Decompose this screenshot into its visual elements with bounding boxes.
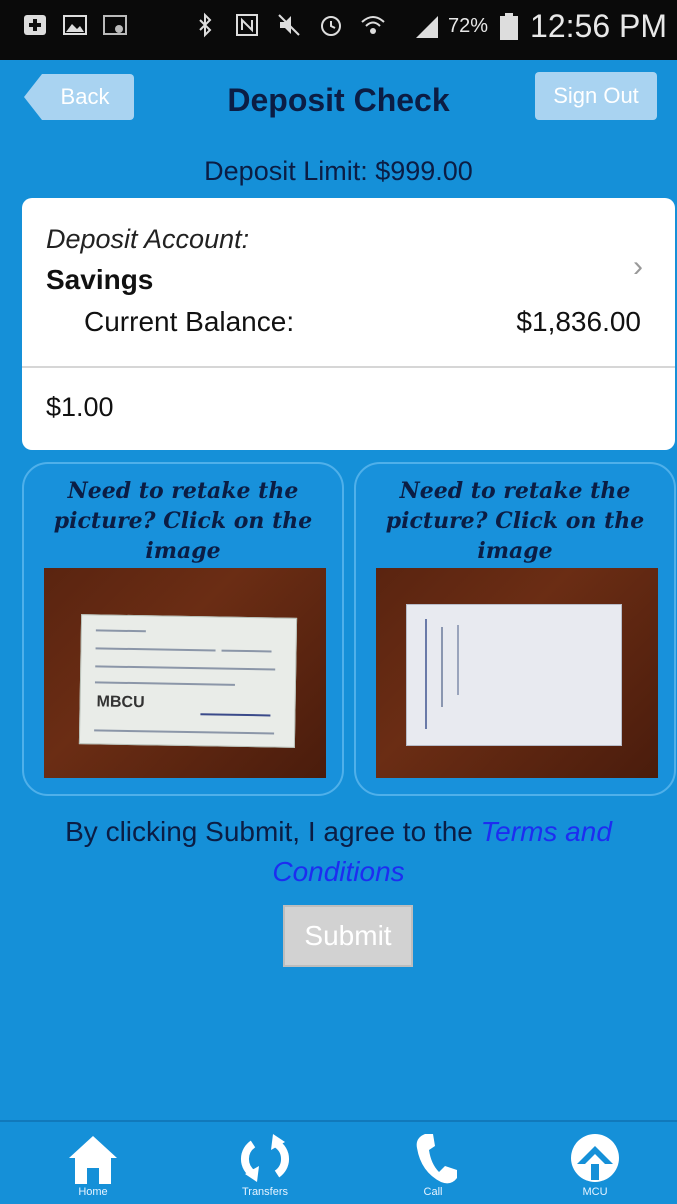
nfc-icon [234, 12, 260, 38]
tab-mcu-label: MCU [582, 1186, 608, 1198]
tab-transfers[interactable]: Transfers [220, 1130, 310, 1204]
tab-call[interactable]: Call [388, 1130, 478, 1204]
battery-percent: 72% [448, 15, 489, 37]
retake-prompt-front: Need to retake the picture? Click on the… [53, 478, 313, 564]
deposit-account-selector[interactable]: Deposit Account: Savings Current Balance… [22, 198, 675, 368]
system-icons [192, 12, 386, 38]
deposit-account-label: Deposit Account: [46, 224, 250, 254]
tab-home-label: Home [78, 1186, 108, 1198]
sign-out-button[interactable]: Sign Out [535, 72, 657, 120]
check-back-paper [406, 604, 622, 746]
chevron-right-icon: › [633, 250, 643, 283]
amount-value: $1.00 [46, 392, 114, 422]
wifi-icon [360, 12, 386, 38]
status-bar: 72% 12:56 PM [0, 0, 677, 60]
alarm-icon [318, 12, 344, 38]
check-front-paper: MBCU [78, 614, 298, 748]
battery-icon [496, 12, 522, 40]
add-icon [22, 12, 48, 38]
logo-icon [571, 1134, 619, 1182]
account-card: Deposit Account: Savings Current Balance… [22, 198, 675, 450]
notification-icons [22, 12, 128, 38]
terms-text: By clicking Submit, I agree to the Terms… [0, 812, 677, 892]
refresh-icon [241, 1134, 289, 1182]
mute-icon [276, 12, 302, 38]
header: Back Deposit Check Sign Out [0, 60, 677, 144]
tab-home[interactable]: Home [48, 1130, 138, 1204]
phone-icon [416, 1134, 457, 1184]
deposit-limit: Deposit Limit: $999.00 [204, 156, 473, 186]
tab-call-label: Call [423, 1186, 443, 1198]
check-logo-text: MBCU [96, 693, 145, 712]
submit-button[interactable]: Submit [283, 905, 413, 967]
retake-prompt-back: Need to retake the picture? Click on the… [385, 478, 645, 564]
tab-transfers-label: Transfers [241, 1186, 289, 1198]
status-right: 72% 12:56 PM [414, 8, 667, 45]
terms-prefix: By clicking Submit, I agree to the [65, 816, 481, 847]
balance-label: Current Balance: [84, 306, 295, 337]
check-front-image[interactable]: MBCU [44, 568, 326, 778]
bottom-nav: Home Transfers Call MCU [0, 1120, 677, 1204]
clock: 12:56 PM [530, 8, 667, 44]
amount-field[interactable]: $1.00 [22, 368, 675, 450]
check-back-image[interactable] [376, 568, 658, 778]
signal-icon [414, 14, 440, 40]
check-back-tile[interactable]: Need to retake the picture? Click on the… [354, 462, 676, 796]
tab-mcu[interactable]: MCU [550, 1130, 640, 1204]
account-name: Savings [46, 264, 154, 295]
bluetooth-icon [192, 12, 218, 38]
home-icon [69, 1136, 117, 1184]
gallery-icon [62, 12, 88, 38]
balance-value: $1,836.00 [516, 306, 641, 337]
photo-icon [102, 12, 128, 38]
check-front-tile[interactable]: Need to retake the picture? Click on the… [22, 462, 344, 796]
